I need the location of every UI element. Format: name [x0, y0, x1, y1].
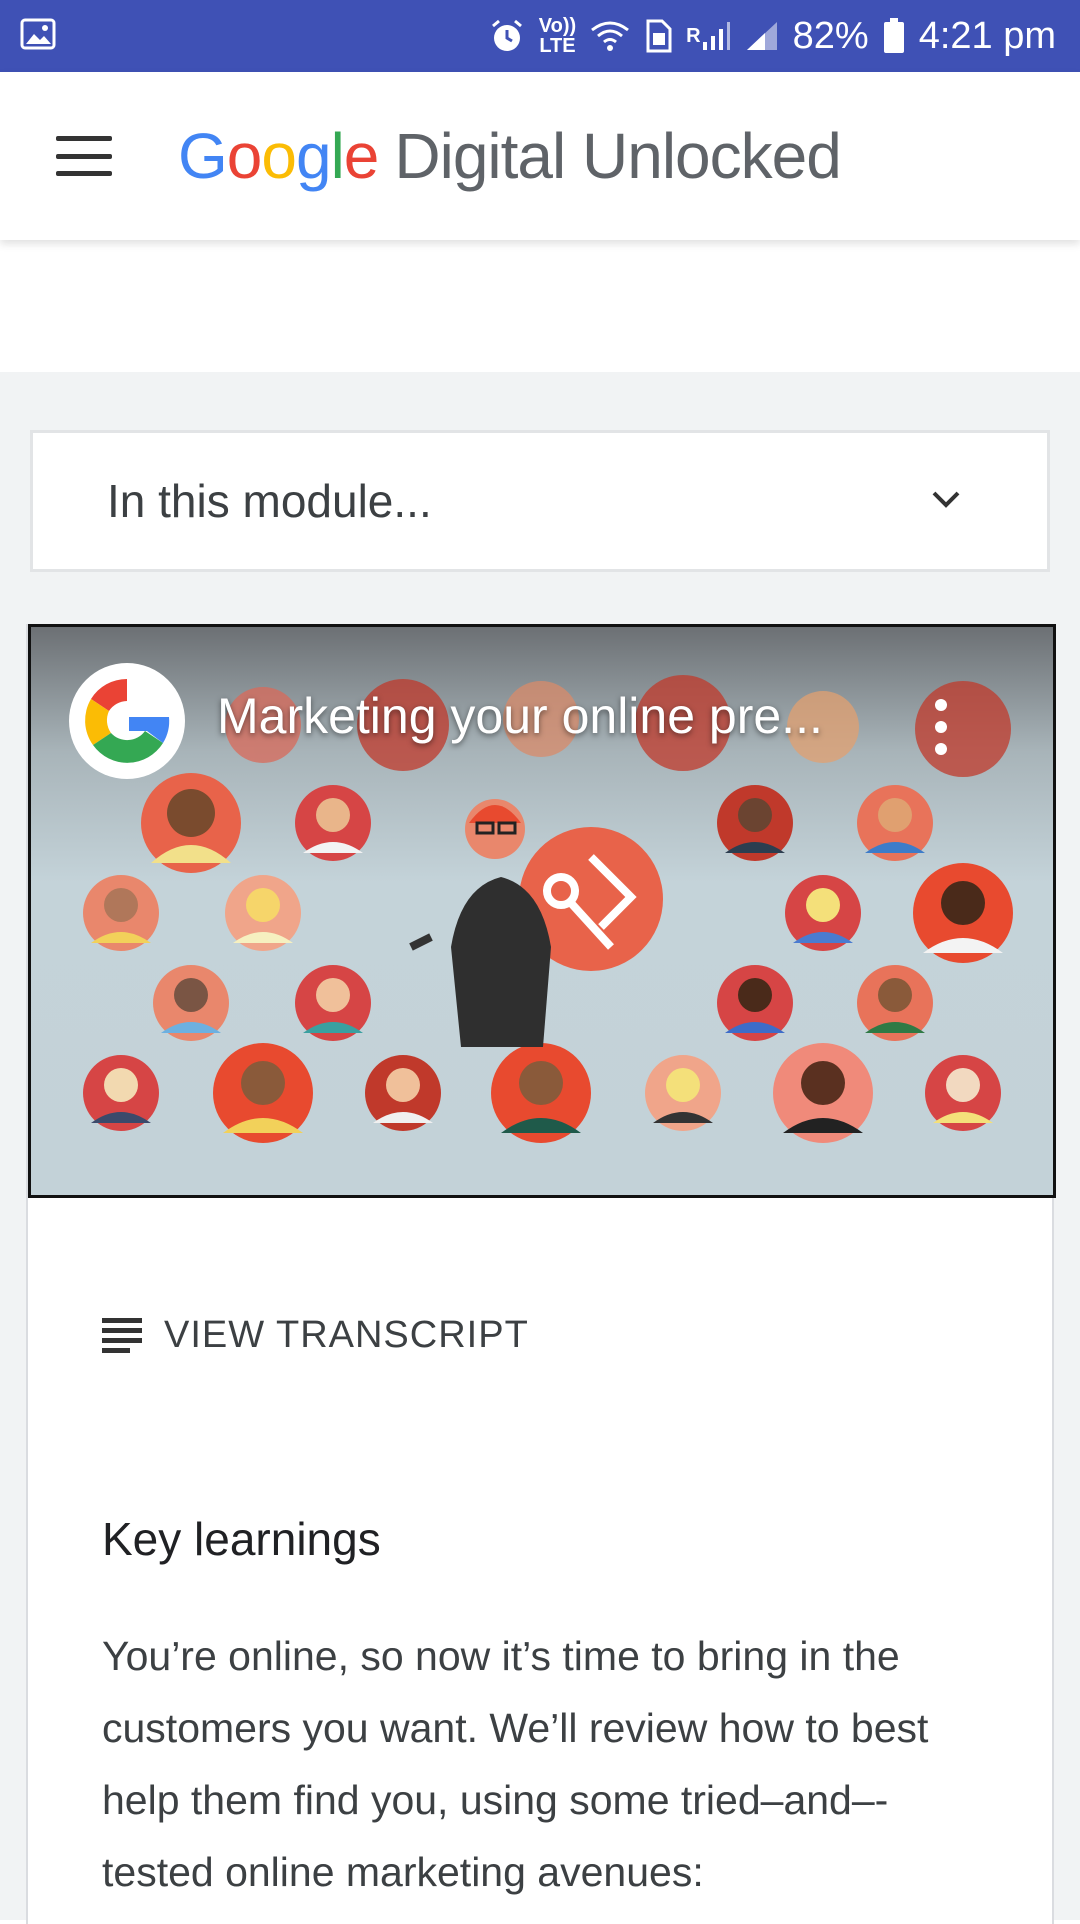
view-transcript-button[interactable]: VIEW TRANSCRIPT [102, 1314, 529, 1357]
key-learnings-heading: Key learnings [102, 1513, 381, 1565]
transcript-icon [102, 1317, 142, 1354]
google-digital-unlocked-logo[interactable]: Google Digital Unlocked [178, 119, 842, 193]
hamburger-menu-button[interactable] [56, 136, 112, 176]
video-title: Marketing your online pre... [217, 688, 823, 744]
wifi-icon [590, 20, 630, 52]
gallery-notification-icon [20, 18, 56, 55]
module-selector-dropdown[interactable]: In this module... [30, 430, 1050, 572]
key-learnings-body: You’re online, so now it’s time to bring… [102, 1633, 929, 1895]
signal-icon-2 [745, 20, 779, 52]
clock: 4:21 pm [918, 14, 1056, 57]
product-name: Digital Unlocked [394, 120, 841, 192]
battery-icon [883, 18, 905, 54]
app-bar: Google Digital Unlocked [0, 72, 1080, 240]
lesson-card: Marketing your online pre... VIEW TRANSC… [26, 624, 1056, 1924]
status-bar: Vo)) LTE R 82% 4:21 pm [0, 0, 1080, 72]
sim-icon [644, 19, 672, 53]
video-more-options-icon[interactable] [935, 699, 949, 755]
video-player[interactable]: Marketing your online pre... [28, 624, 1056, 1198]
signal-icon-1: R [686, 20, 730, 52]
battery-percent: 82% [792, 14, 869, 57]
chevron-down-icon [931, 484, 961, 519]
alarm-icon [489, 18, 525, 54]
volte-icon: Vo)) LTE [538, 15, 577, 57]
module-selector-label: In this module... [107, 475, 432, 527]
view-transcript-label: VIEW TRANSCRIPT [164, 1314, 529, 1356]
